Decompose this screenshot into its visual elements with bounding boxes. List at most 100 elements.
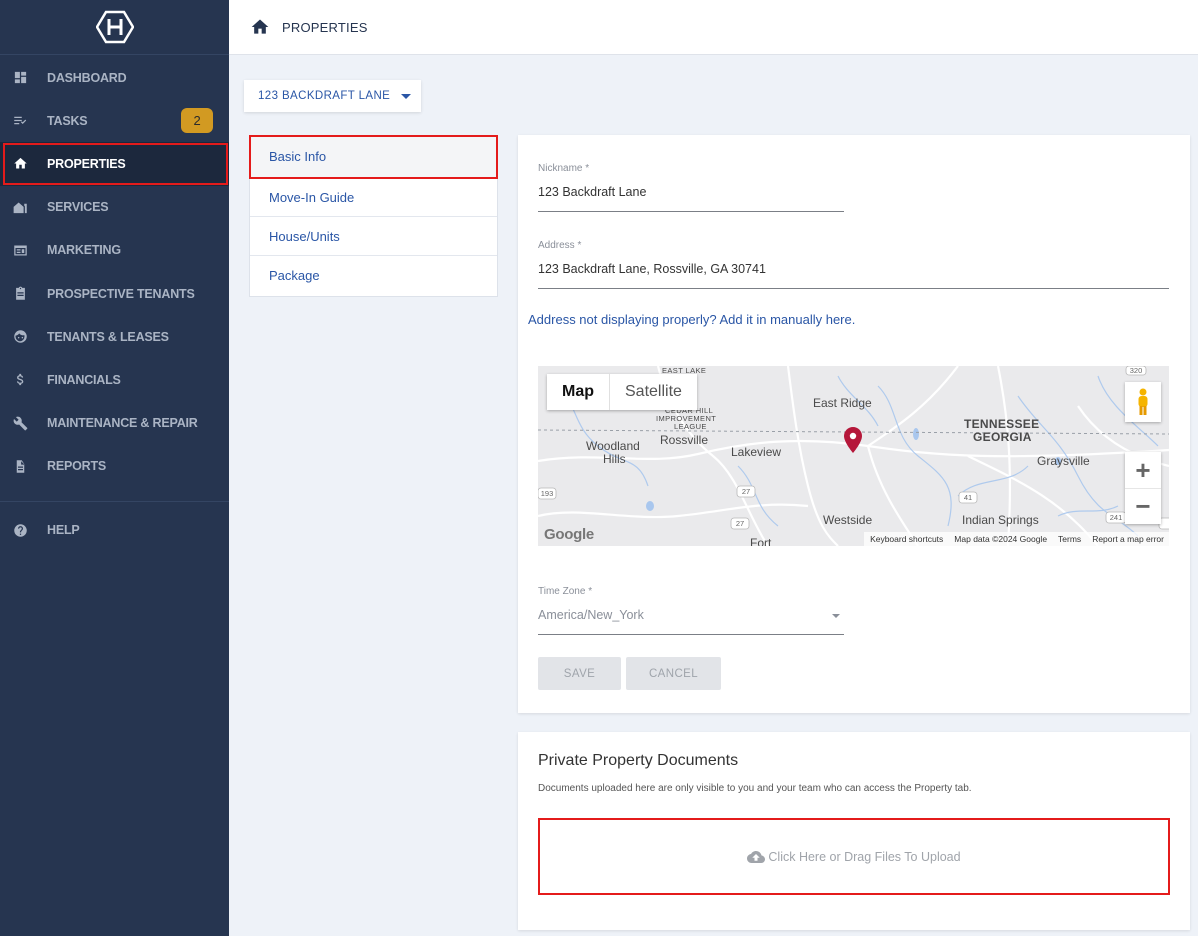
dashboard-icon	[12, 70, 28, 86]
sidebar-item-label: TASKS	[47, 113, 88, 128]
map-footer: Keyboard shortcuts Map data ©2024 Google…	[864, 532, 1169, 546]
map-label-fort: Fort	[750, 536, 772, 546]
subnav-item-basic-info[interactable]: Basic Info	[249, 135, 498, 179]
subnav-item-package[interactable]: Package	[250, 256, 497, 295]
caret-down-icon	[832, 614, 840, 618]
address-field[interactable]: Address * 123 Backdraft Lane, Rossville,…	[538, 240, 1169, 289]
documents-description: Documents uploaded here are only visible…	[538, 783, 972, 794]
documents-title: Private Property Documents	[538, 752, 739, 769]
google-logo: Google	[544, 526, 594, 543]
manual-address-link[interactable]: Address not displaying properly? Add it …	[528, 312, 855, 327]
street-view-pegman-icon[interactable]	[1125, 382, 1161, 422]
map-label-woodland: Woodland	[586, 439, 640, 453]
sidebar-item-label: MARKETING	[47, 243, 121, 258]
road-shield-label: 41	[964, 493, 972, 502]
map-tab-satellite[interactable]: Satellite	[610, 374, 697, 410]
map-pin-icon[interactable]	[844, 427, 862, 453]
sidebar-item-help[interactable]: HELP	[0, 509, 229, 552]
zoom-out-button[interactable]: −	[1125, 488, 1161, 524]
home-icon[interactable]	[250, 17, 270, 37]
sidebar-item-tenants-leases[interactable]: TENANTS & LEASES	[0, 315, 229, 358]
caret-down-icon	[401, 93, 412, 99]
cloud-upload-icon	[747, 850, 766, 863]
breadcrumb: PROPERTIES	[282, 19, 368, 35]
nickname-input[interactable]: 123 Backdraft Lane	[538, 185, 844, 212]
property-selector-value: 123 BACKDRAFT LANE	[258, 90, 391, 102]
basic-info-card: Nickname * 123 Backdraft Lane Address * …	[518, 135, 1190, 713]
nickname-label: Nickname *	[538, 163, 590, 174]
zoom-in-button[interactable]: +	[1125, 452, 1161, 488]
sidebar-item-financials[interactable]: FINANCIALS	[0, 358, 229, 401]
clipboard-icon	[12, 286, 28, 302]
terms-link[interactable]: Terms	[1058, 534, 1081, 544]
road-shield-label: 27	[742, 487, 750, 496]
map-label-rossville: Rossville	[660, 433, 709, 447]
map-label-graysville: Graysville	[1037, 454, 1090, 468]
sidebar-divider	[0, 500, 229, 502]
logo[interactable]	[0, 0, 229, 55]
map-label-westside: Westside	[823, 513, 873, 527]
timezone-label: Time Zone *	[538, 586, 593, 597]
map-label-tennessee: TENNESSEE	[964, 417, 1040, 431]
sidebar-item-maintenance-repair[interactable]: MAINTENANCE & REPAIR	[0, 402, 229, 445]
sidebar-item-properties[interactable]: PROPERTIES	[0, 142, 229, 186]
timezone-value: America/New_York	[538, 608, 644, 622]
save-button[interactable]: SAVE	[538, 657, 621, 690]
marketing-icon	[12, 242, 28, 258]
hexagon-h-logo-icon	[95, 10, 134, 44]
sidebar: DASHBOARD TASKS 2 PROPERTIES SERVICES MA…	[0, 0, 229, 936]
timezone-select[interactable]: America/New_York	[538, 608, 844, 635]
map-label-east-ridge: East Ridge	[813, 396, 872, 410]
subnav-item-move-in-guide[interactable]: Move-In Guide	[250, 178, 497, 218]
sidebar-item-label: SERVICES	[47, 200, 109, 215]
map-label-indian-springs: Indian Springs	[962, 513, 1039, 527]
keyboard-shortcuts-link[interactable]: Keyboard shortcuts	[870, 534, 943, 544]
sidebar-item-marketing[interactable]: MARKETING	[0, 229, 229, 272]
sidebar-item-label: PROSPECTIVE TENANTS	[47, 286, 195, 301]
sidebar-item-label: PROPERTIES	[47, 156, 126, 171]
map-zoom-controls: + −	[1125, 452, 1161, 524]
sidebar-item-label: HELP	[47, 523, 80, 538]
map-label-georgia: GEORGIA	[973, 430, 1032, 444]
address-label: Address *	[538, 240, 582, 251]
tasks-icon	[12, 113, 28, 129]
upload-label: Click Here or Drag Files To Upload	[768, 849, 961, 864]
road-shield-label: 27	[736, 519, 744, 528]
map-view[interactable]: 320 193 27 27 41 241 EAST LAKE CEDAR HIL…	[538, 366, 1169, 546]
dollar-icon	[12, 372, 28, 388]
sidebar-item-services[interactable]: SERVICES	[0, 186, 229, 229]
property-subnav: Basic Info Move-In Guide House/Units Pac…	[249, 135, 498, 297]
sidebar-item-label: REPORTS	[47, 459, 107, 474]
address-input[interactable]: 123 Backdraft Lane, Rossville, GA 30741	[538, 262, 1169, 289]
private-documents-card: Private Property Documents Documents upl…	[518, 732, 1190, 930]
road-shield-label: 320	[1130, 366, 1143, 375]
wrench-icon	[12, 415, 28, 431]
sidebar-item-label: FINANCIALS	[47, 372, 121, 387]
sidebar-item-label: MAINTENANCE & REPAIR	[47, 416, 198, 431]
map-type-tabs: Map Satellite	[547, 374, 697, 410]
timezone-field[interactable]: Time Zone * America/New_York	[538, 586, 844, 635]
map-label-lakeview: Lakeview	[731, 445, 782, 459]
help-icon	[12, 522, 28, 538]
document-icon	[12, 458, 28, 474]
map-label-hills: Hills	[603, 452, 626, 466]
road-shield-label: 193	[541, 489, 554, 498]
sidebar-item-reports[interactable]: REPORTS	[0, 445, 229, 488]
sidebar-item-dashboard[interactable]: DASHBOARD	[0, 56, 229, 99]
sidebar-item-tasks[interactable]: TASKS 2	[0, 99, 229, 142]
home-icon	[12, 156, 28, 172]
file-upload-dropzone[interactable]: Click Here or Drag Files To Upload	[538, 818, 1170, 895]
face-icon	[12, 329, 28, 345]
subnav-item-house-units[interactable]: House/Units	[250, 217, 497, 257]
map-tab-map[interactable]: Map	[547, 374, 610, 410]
services-icon	[12, 199, 28, 215]
report-map-error-link[interactable]: Report a map error	[1092, 534, 1164, 544]
property-selector-dropdown[interactable]: 123 BACKDRAFT LANE	[244, 80, 421, 112]
topbar: PROPERTIES	[229, 0, 1198, 55]
nickname-field[interactable]: Nickname * 123 Backdraft Lane	[538, 163, 844, 212]
sidebar-item-label: TENANTS & LEASES	[47, 329, 169, 344]
sidebar-item-label: DASHBOARD	[47, 70, 127, 85]
map-label-league: LEAGUE	[674, 422, 707, 431]
cancel-button[interactable]: CANCEL	[626, 657, 721, 690]
sidebar-item-prospective-tenants[interactable]: PROSPECTIVE TENANTS	[0, 272, 229, 315]
